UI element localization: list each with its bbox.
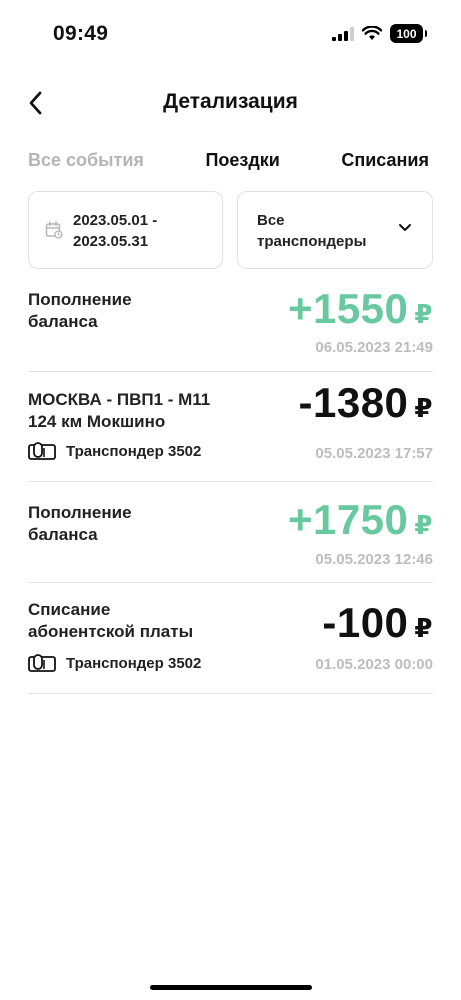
amount-value: -100	[322, 599, 409, 646]
header: Детализация	[0, 80, 461, 126]
transaction-amount: -100 ₽	[322, 599, 433, 647]
date-range-filter[interactable]: 2023.05.01 - 2023.05.31	[28, 191, 223, 269]
currency-symbol: ₽	[414, 299, 433, 329]
transponder-filter-text: Все транспондеры	[257, 210, 366, 252]
transaction-title-line2: баланса	[28, 312, 98, 331]
transaction-item[interactable]: Списание абонентской платы Транспондер 3…	[28, 583, 433, 694]
status-icons: 100	[332, 24, 427, 43]
transaction-title: Списание абонентской платы	[28, 599, 243, 643]
wifi-icon	[362, 26, 382, 40]
filters: 2023.05.01 - 2023.05.31 Все транспондеры	[28, 191, 433, 269]
transaction-title: Пополнение баланса	[28, 502, 243, 546]
transaction-date: 06.05.2023 21:49	[315, 339, 433, 356]
amount-value: -1380	[298, 379, 409, 426]
transponder-device-icon	[28, 654, 56, 672]
currency-symbol: ₽	[414, 613, 433, 643]
home-indicator[interactable]	[150, 985, 312, 990]
date-from: 2023.05.01 -	[73, 212, 158, 229]
transponder-label: Транспондер 3502	[66, 442, 202, 460]
transponder-device-icon	[28, 442, 56, 460]
transaction-date: 05.05.2023 17:57	[315, 445, 433, 462]
transaction-title-line2: 124 км Мокшино	[28, 412, 166, 431]
transaction-title: МОСКВА - ПВП1 - М11 124 км Мокшино	[28, 389, 243, 433]
filter-tabs: Все события Поездки Списания	[28, 150, 429, 176]
date-range-text: 2023.05.01 - 2023.05.31	[73, 210, 157, 252]
transaction-item[interactable]: Пополнение баланса +1550 ₽ 06.05.2023 21:…	[28, 280, 433, 372]
transaction-item[interactable]: МОСКВА - ПВП1 - М11 124 км Мокшино Транс…	[28, 372, 433, 482]
currency-symbol: ₽	[414, 393, 433, 423]
battery-icon: 100	[390, 24, 427, 43]
transaction-transponder: Транспондер 3502	[28, 654, 201, 672]
transaction-title-line1: МОСКВА - ПВП1 - М11	[28, 390, 211, 409]
transaction-title-line2: баланса	[28, 525, 98, 544]
transaction-transponder: Транспондер 3502	[28, 442, 201, 460]
amount-value: +1550	[287, 285, 409, 332]
transaction-title-line1: Пополнение	[28, 503, 132, 522]
tab-all-events[interactable]: Все события	[28, 150, 144, 176]
transponder-filter-dropdown[interactable]: Все транспондеры	[237, 191, 433, 269]
transaction-amount: +1550 ₽	[288, 285, 433, 333]
status-time: 09:49	[53, 22, 109, 45]
transaction-title-line2: абонентской платы	[28, 622, 194, 641]
transaction-title: Пополнение баланса	[28, 289, 243, 333]
chevron-down-icon	[399, 224, 411, 231]
transaction-date: 05.05.2023 12:46	[315, 551, 433, 568]
currency-symbol: ₽	[414, 510, 433, 540]
transponder-filter-line2: транспондеры	[257, 233, 367, 250]
tab-charges[interactable]: Списания	[341, 150, 429, 176]
calendar-icon	[45, 221, 63, 239]
status-bar: 09:49 100	[0, 0, 461, 64]
transaction-item[interactable]: Пополнение баланса +1750 ₽ 05.05.2023 12:…	[28, 482, 433, 583]
transaction-amount: +1750 ₽	[288, 496, 433, 544]
amount-value: +1750	[287, 496, 409, 543]
transaction-amount: -1380 ₽	[298, 379, 433, 427]
cellular-signal-icon	[332, 26, 354, 41]
tab-trips[interactable]: Поездки	[205, 150, 279, 176]
transponder-label: Транспондер 3502	[66, 654, 202, 672]
details-screen: 09:49 100 Детализация Все события Поездк…	[0, 0, 461, 1000]
transaction-title-line1: Списание	[28, 600, 111, 619]
date-to: 2023.05.31	[73, 233, 149, 250]
transaction-title-line1: Пополнение	[28, 290, 132, 309]
transaction-date: 01.05.2023 00:00	[315, 656, 433, 673]
page-title: Детализация	[163, 90, 298, 113]
transponder-filter-line1: Все	[257, 212, 285, 229]
